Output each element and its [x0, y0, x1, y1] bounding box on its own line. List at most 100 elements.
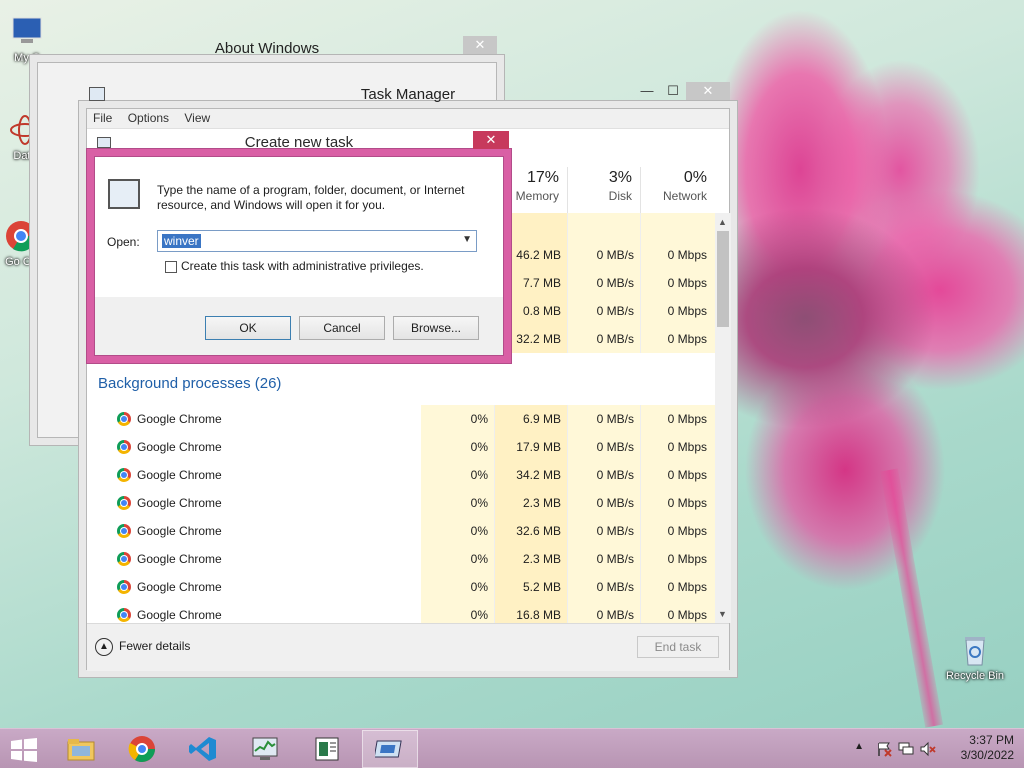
table-row[interactable]: Google Chrome 0% 5.2 MB 0 MB/s 0 Mbps: [87, 573, 715, 601]
minimize-button[interactable]: —: [634, 82, 660, 100]
chevron-down-icon[interactable]: ▼: [462, 234, 472, 245]
network-icon[interactable]: [898, 741, 914, 757]
chrome-icon: [117, 580, 131, 594]
window-title: About Windows: [214, 40, 320, 57]
network-usage-percent: 0%: [683, 169, 707, 186]
background-processes-header[interactable]: Background processes (26): [98, 375, 281, 392]
memory-cell: 16.8 MB: [516, 608, 561, 622]
cpu-cell: 0%: [470, 552, 488, 566]
dialog-description: Type the name of a program, folder, docu…: [157, 183, 465, 212]
taskbar-visual-studio-code[interactable]: [176, 730, 232, 768]
close-button[interactable]: ✕: [686, 82, 730, 100]
cpu-cell: 0%: [470, 608, 488, 622]
column-header-network[interactable]: 0% Network: [640, 167, 715, 213]
checkbox-box[interactable]: [165, 260, 177, 273]
create-new-task-dialog[interactable]: Create new task ✕ Type the name of a pro…: [94, 131, 509, 356]
vertical-scrollbar[interactable]: ▲ ▼: [715, 213, 731, 623]
disk-cell: 0 MB/s: [596, 468, 634, 482]
close-button[interactable]: ✕: [473, 131, 509, 149]
table-row[interactable]: Google Chrome 0% 2.3 MB 0 MB/s 0 Mbps: [87, 489, 715, 517]
close-button[interactable]: ✕: [463, 36, 497, 54]
table-row[interactable]: Google Chrome 0% 32.6 MB 0 MB/s 0 Mbps: [87, 517, 715, 545]
end-task-button[interactable]: End task: [637, 636, 719, 658]
cpu-cell: 0%: [470, 524, 488, 538]
scroll-down-icon[interactable]: ▼: [718, 609, 727, 619]
fewer-details-label: Fewer details: [119, 639, 191, 654]
network-cell: 0 Mbps: [667, 440, 707, 454]
process-name: Google Chrome: [137, 552, 222, 566]
chrome-icon: [128, 736, 156, 763]
column-header-memory[interactable]: 17% Memory: [494, 167, 567, 213]
chrome-icon: [6, 221, 37, 252]
admin-privileges-checkbox[interactable]: Create this task with administrative pri…: [165, 259, 424, 273]
task-manager-icon: [252, 737, 278, 760]
memory-cell: 34.2 MB: [516, 468, 561, 482]
document-icon: [315, 737, 339, 761]
ok-button[interactable]: OK: [205, 316, 291, 340]
memory-cell: 7.7 MB: [522, 276, 561, 290]
chrome-icon: [117, 552, 131, 566]
open-label: Open:: [107, 235, 140, 249]
process-name: Google Chrome: [137, 580, 222, 594]
cpu-cell: 0%: [470, 468, 488, 482]
task-manager-footer: ▲ Fewer details End task: [87, 623, 729, 671]
process-name: Google Chrome: [137, 496, 222, 510]
disk-cell: 0 MB/s: [596, 304, 634, 318]
scroll-up-icon[interactable]: ▲: [718, 217, 727, 227]
taskbar-file-explorer[interactable]: [54, 730, 110, 768]
start-button[interactable]: [0, 730, 50, 768]
network-cell: 0 Mbps: [667, 332, 707, 346]
cpu-cell: 0%: [470, 496, 488, 510]
disk-usage-percent: 3%: [608, 169, 632, 186]
taskbar-task-manager[interactable]: [238, 730, 294, 768]
browse-button[interactable]: Browse...: [393, 316, 479, 340]
disk-cell: 0 MB/s: [596, 248, 634, 262]
action-center-icon[interactable]: [876, 741, 892, 757]
desktop-icon-recycle-bin[interactable]: Recycle Bin: [940, 632, 1010, 682]
vscode-icon: [189, 737, 216, 761]
process-name: Google Chrome: [137, 468, 222, 482]
menu-file[interactable]: File: [87, 109, 118, 127]
memory-cell: 2.3 MB: [522, 496, 561, 510]
chrome-icon: [117, 496, 131, 510]
process-name: Google Chrome: [137, 608, 222, 622]
open-combobox[interactable]: winver ▼: [157, 230, 477, 252]
taskbar-google-chrome[interactable]: [115, 730, 171, 768]
checkbox-label: Create this task with administrative pri…: [181, 259, 424, 273]
disk-cell: 0 MB/s: [596, 608, 634, 622]
table-row[interactable]: Google Chrome 0% 34.2 MB 0 MB/s 0 Mbps: [87, 461, 715, 489]
window-title: Task Manager: [360, 86, 456, 103]
cancel-button[interactable]: Cancel: [299, 316, 385, 340]
taskbar-document-viewer[interactable]: [300, 730, 356, 768]
show-hidden-icons[interactable]: ▲: [854, 741, 864, 752]
scrollbar-thumb[interactable]: [717, 231, 729, 327]
disk-cell: 0 MB/s: [596, 332, 634, 346]
clock-time: 3:37 PM: [969, 733, 1014, 747]
chrome-icon: [117, 608, 131, 622]
disk-cell: 0 MB/s: [596, 412, 634, 426]
menu-options[interactable]: Options: [122, 109, 175, 127]
network-cell: 0 Mbps: [667, 580, 707, 594]
fewer-details-button[interactable]: ▲ Fewer details: [95, 638, 190, 656]
window-controls: — ☐ ✕: [634, 82, 730, 100]
folder-icon: [67, 739, 95, 761]
disk-cell: 0 MB/s: [596, 276, 634, 290]
cpu-cell: 0%: [470, 412, 488, 426]
taskbar-clock[interactable]: 3:37 PM 3/30/2022: [934, 733, 1014, 763]
cpu-cell: 0%: [470, 580, 488, 594]
run-icon: [375, 740, 402, 758]
desktop-icon-label: Data: [13, 150, 37, 162]
column-header-disk[interactable]: 3% Disk: [567, 167, 640, 213]
disk-cell: 0 MB/s: [596, 496, 634, 510]
process-name: Google Chrome: [137, 412, 222, 426]
table-row[interactable]: Google Chrome 0% 6.9 MB 0 MB/s 0 Mbps: [87, 405, 715, 433]
taskbar-run-dialog[interactable]: [362, 730, 418, 768]
open-input-value[interactable]: winver: [162, 234, 201, 248]
table-row[interactable]: Google Chrome 0% 17.9 MB 0 MB/s 0 Mbps: [87, 433, 715, 461]
memory-cell: 6.9 MB: [522, 412, 561, 426]
cpu-cell: 0%: [470, 440, 488, 454]
run-program-icon: [108, 179, 140, 209]
table-row[interactable]: Google Chrome 0% 2.3 MB 0 MB/s 0 Mbps: [87, 545, 715, 573]
menu-view[interactable]: View: [178, 109, 216, 127]
maximize-button[interactable]: ☐: [660, 82, 686, 100]
